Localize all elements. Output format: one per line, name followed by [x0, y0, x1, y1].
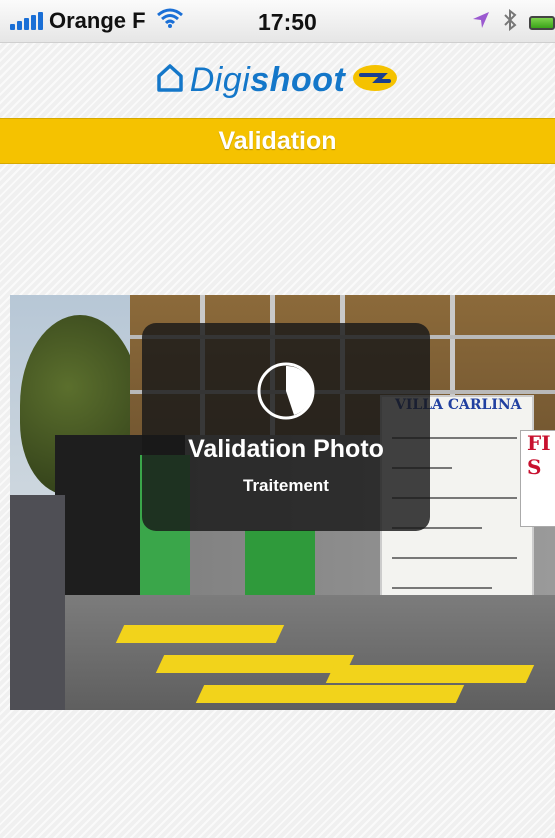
photo-sign-text-2: S — [527, 455, 542, 479]
title-bar: Validation — [0, 118, 555, 164]
hud-title: Validation Photo — [188, 435, 384, 463]
carrier-name: Orange F — [49, 8, 146, 33]
home-logo-icon — [156, 63, 184, 98]
battery-icon — [529, 16, 555, 30]
wifi-icon — [156, 7, 184, 35]
logo-text-digi: Digi — [189, 60, 251, 99]
la-poste-logo-icon — [351, 63, 399, 98]
app-logo: Digishoot — [0, 43, 555, 117]
location-arrow-icon — [471, 10, 491, 36]
photo-road-stripe — [325, 665, 535, 683]
status-bar: Orange F 17:50 — [0, 0, 555, 43]
page-title: Validation — [218, 126, 337, 155]
photo-street — [10, 495, 65, 710]
photo-road-stripe — [155, 655, 355, 673]
photo-red-sign: FI S — [520, 430, 555, 527]
photo-road-stripe — [115, 625, 285, 643]
signal-strength-icon — [10, 12, 43, 30]
photo-sign-text-1: FI — [527, 431, 551, 455]
status-right-group — [471, 8, 555, 37]
progress-pie-icon — [256, 361, 316, 421]
progress-hud: Validation Photo Traitement — [142, 323, 430, 531]
status-time: 17:50 — [258, 9, 317, 35]
bluetooth-icon — [503, 8, 517, 37]
photo-road-stripe — [195, 685, 465, 703]
logo-text: Digishoot — [190, 61, 346, 100]
logo-text-shoot: shoot — [250, 60, 346, 99]
hud-subtitle: Traitement — [243, 476, 329, 495]
